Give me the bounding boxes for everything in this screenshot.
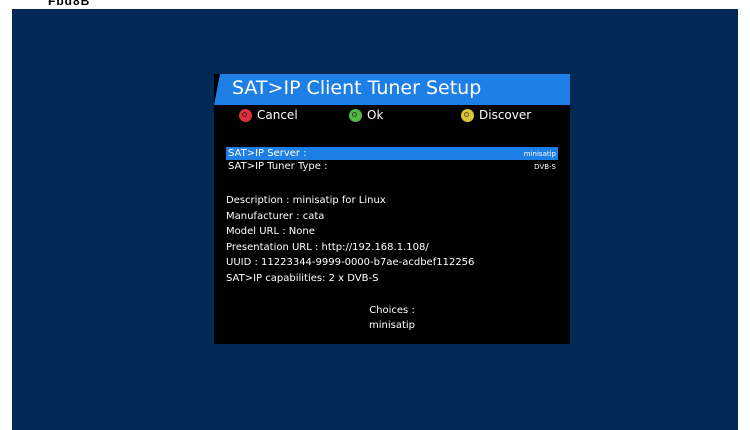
info-presentation-url: Presentation URL : http://192.168.1.108/ — [226, 241, 429, 253]
server-info: Description : minisatip for Linux Manufa… — [226, 193, 474, 286]
settings-list: SAT>IP Server : minisatip SAT>IP Tuner T… — [226, 147, 558, 173]
setting-value: DVB-S — [534, 162, 556, 171]
button-bar: Cancel Ok Discover — [214, 106, 570, 130]
corner-label: Fbd8B — [48, 0, 91, 8]
setting-row-tuner-type[interactable]: SAT>IP Tuner Type : DVB-S — [226, 160, 558, 173]
info-description: Description : minisatip for Linux — [226, 195, 386, 206]
info-manufacturer: Manufacturer : cata — [226, 210, 325, 222]
setting-label: SAT>IP Tuner Type : — [228, 161, 328, 172]
cancel-button[interactable]: Cancel — [239, 108, 298, 122]
ok-button-label: Ok — [367, 108, 384, 122]
info-capabilities: SAT>IP capabilities: 2 x DVB-S — [226, 272, 379, 284]
discover-button[interactable]: Discover — [461, 108, 531, 122]
title-bar: SAT>IP Client Tuner Setup — [214, 74, 570, 105]
discover-button-label: Discover — [479, 108, 532, 122]
red-button-icon — [239, 108, 252, 122]
tuner-setup-dialog: SAT>IP Client Tuner Setup Cancel Ok Disc… — [214, 74, 570, 344]
setting-row-server[interactable]: SAT>IP Server : minisatip — [226, 147, 558, 160]
choices-panel: Choices : minisatip — [214, 303, 570, 333]
choices-value: minisatip — [368, 320, 416, 331]
cancel-button-label: Cancel — [257, 108, 298, 122]
green-button-icon — [349, 108, 362, 122]
setting-label: SAT>IP Server : — [228, 148, 307, 159]
info-model-url: Model URL : None — [226, 226, 315, 237]
top-strip: Fbd8B — [0, 0, 750, 9]
setting-value: minisatip — [523, 149, 556, 158]
choices-label: Choices : — [369, 305, 415, 316]
dialog-title: SAT>IP Client Tuner Setup — [232, 77, 482, 99]
yellow-button-icon — [461, 108, 474, 122]
info-uuid: UUID : 11223344-9999-0000-b7ae-acdbef112… — [226, 257, 475, 268]
ok-button[interactable]: Ok — [349, 108, 383, 122]
